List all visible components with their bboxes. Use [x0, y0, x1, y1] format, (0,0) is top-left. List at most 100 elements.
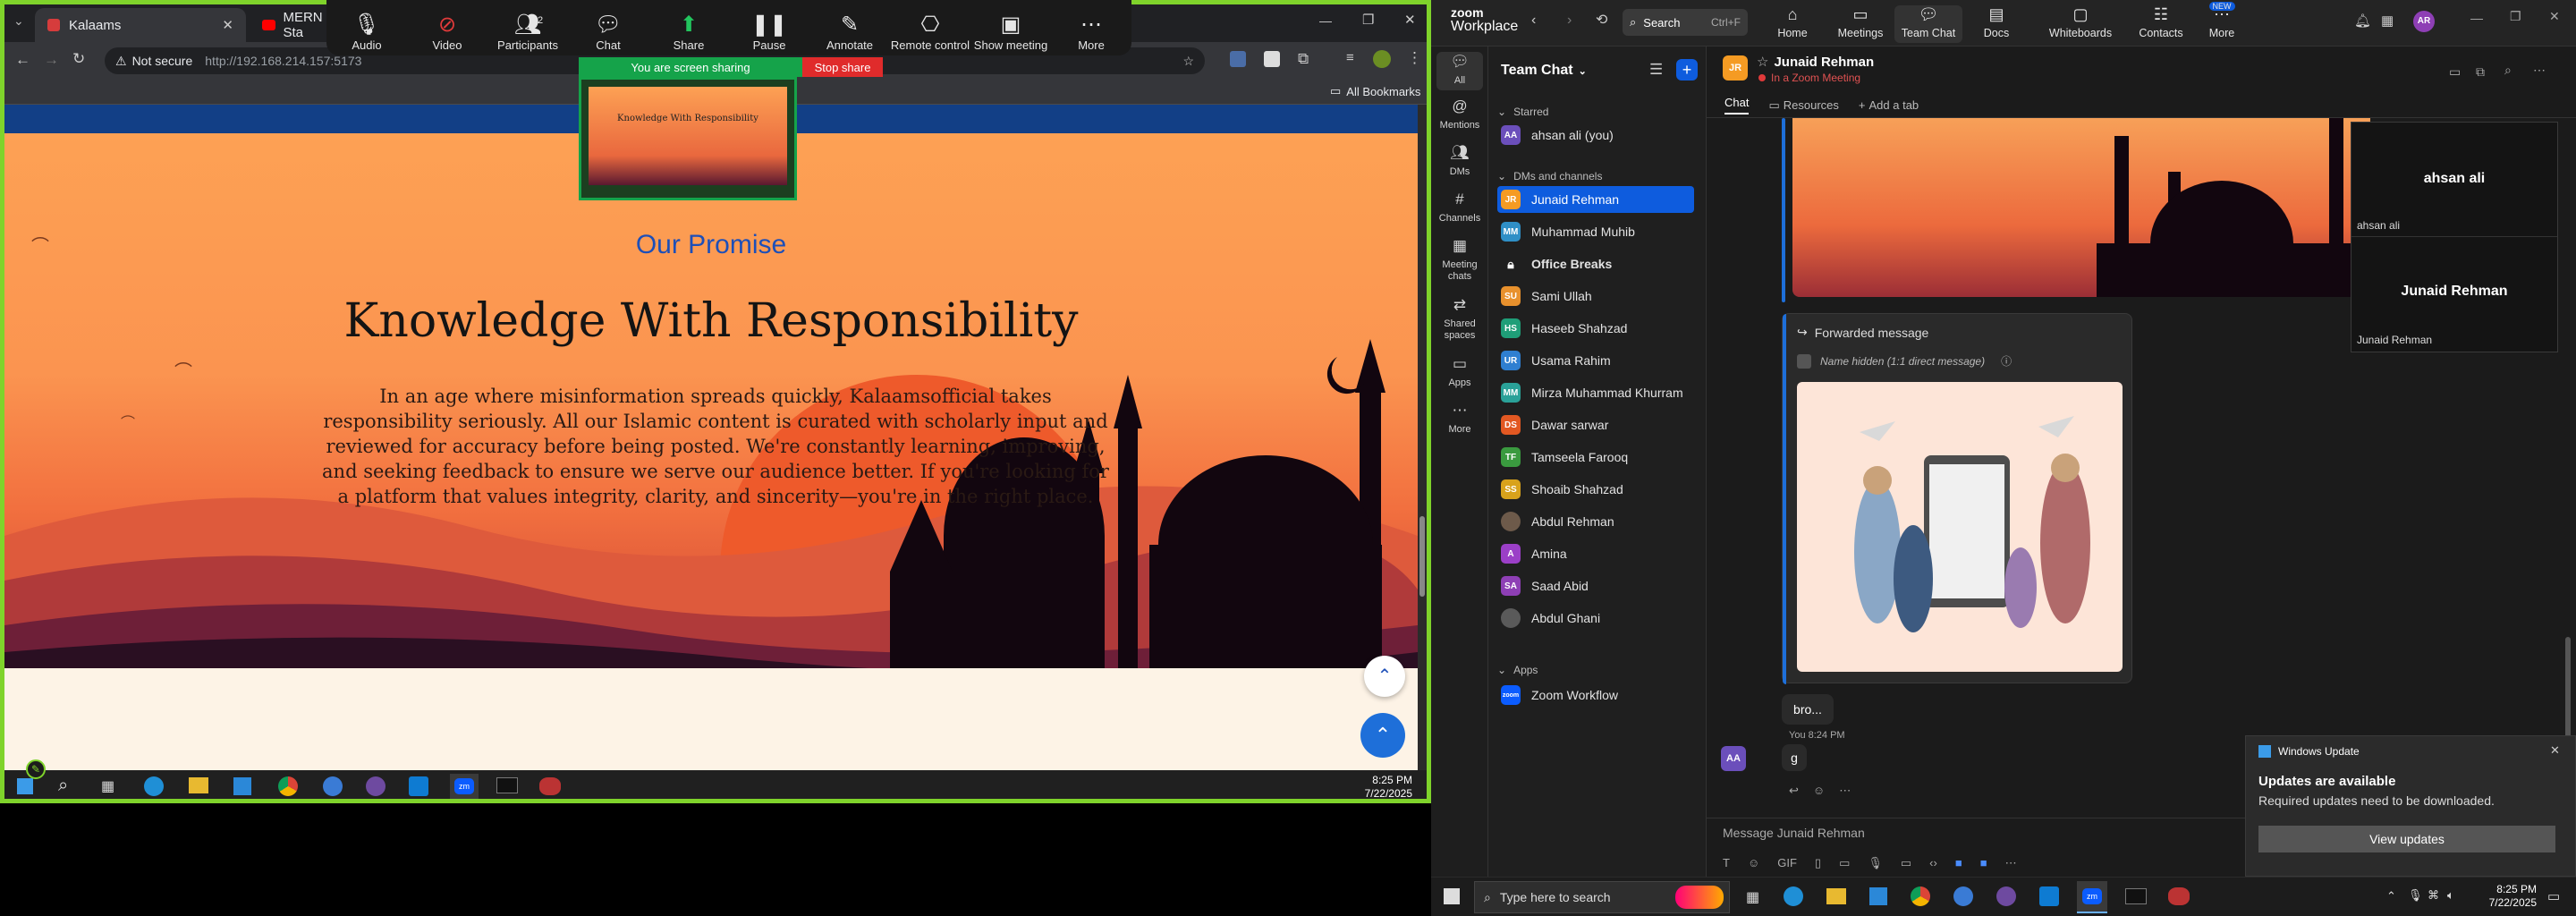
video-tile[interactable]: Junaid Rehman Junaid Rehman: [2351, 237, 2557, 352]
notification-center-icon[interactable]: ▭: [2547, 888, 2560, 904]
list-item[interactable]: MM Muhammad Muhib: [1497, 218, 1694, 245]
maximize-icon[interactable]: ❐: [2510, 9, 2521, 24]
windows-update-toast[interactable]: Windows Update ✕ Updates are available R…: [2245, 735, 2576, 877]
windows-start-icon[interactable]: [17, 778, 33, 794]
chat-header-name[interactable]: ☆ Junaid Rehman: [1757, 54, 1874, 71]
volume-icon[interactable]: 🔈︎: [2447, 888, 2454, 903]
network-icon[interactable]: ⌘: [2428, 888, 2439, 903]
message-bubble[interactable]: g: [1782, 744, 1807, 771]
gif-icon[interactable]: GIF: [1777, 856, 1797, 870]
list-item-self[interactable]: AA ahsan ali (you): [1497, 122, 1694, 148]
reading-list-icon[interactable]: ≡: [1346, 50, 1354, 65]
list-item[interactable]: UR Usama Rahim: [1497, 347, 1694, 374]
list-item[interactable]: JR Junaid Rehman: [1497, 186, 1694, 213]
list-item[interactable]: SS Shoaib Shahzad: [1497, 476, 1694, 503]
more-icon[interactable]: ⋯: [1839, 784, 1851, 798]
chat-button[interactable]: 💬︎ Chat: [568, 12, 648, 52]
list-item[interactable]: HS Haseeb Shahzad: [1497, 315, 1694, 342]
nav-whiteboards[interactable]: ▢ Whiteboards: [2039, 5, 2122, 39]
video-tile[interactable]: ahsan ali ahsan ali: [2351, 123, 2557, 237]
task-view-icon[interactable]: ▦: [1746, 888, 1759, 906]
reload-icon[interactable]: ↻: [72, 50, 85, 68]
message-input[interactable]: Message Junaid Rehman: [1723, 826, 1865, 840]
app-icon[interactable]: [2168, 887, 2190, 905]
share-preview-thumbnail[interactable]: Knowledge With Responsibility: [579, 77, 797, 200]
profile-avatar[interactable]: [1373, 50, 1391, 68]
pause-button[interactable]: ❚❚ Pause: [729, 12, 809, 52]
info-icon[interactable]: ⓘ: [2001, 353, 2012, 369]
reply-icon[interactable]: ↩: [1789, 784, 1799, 798]
list-item[interactable]: MM Mirza Muhammad Khurram: [1497, 379, 1694, 406]
back-to-top-button[interactable]: ⌃: [1360, 713, 1405, 758]
rail-shared-spaces[interactable]: ⇄ Shared spaces: [1431, 297, 1488, 342]
minimize-icon[interactable]: —: [2470, 11, 2483, 25]
app-icon[interactable]: [1953, 886, 1973, 906]
forward-icon[interactable]: →: [44, 51, 59, 69]
tab-search-icon[interactable]: ⌄: [13, 13, 24, 29]
list-item-zoom-workflow[interactable]: zoom Zoom Workflow: [1497, 682, 1694, 708]
emoji-icon[interactable]: ☺: [1748, 856, 1759, 870]
list-item[interactable]: A Amina: [1497, 540, 1694, 567]
format-icon[interactable]: T: [1723, 856, 1730, 870]
vscode-icon[interactable]: [2039, 886, 2059, 906]
file-explorer-icon[interactable]: [189, 777, 208, 793]
shared-illustration[interactable]: [1797, 382, 2123, 672]
shared-image-banner[interactable]: [1792, 118, 2370, 297]
back-icon[interactable]: ‹: [1531, 13, 1536, 29]
minimize-icon[interactable]: —: [1319, 13, 1332, 28]
taskbar-search[interactable]: ⌕ Type here to search: [1474, 881, 1730, 913]
url-text[interactable]: http://192.168.214.157:5173: [205, 54, 361, 68]
rail-apps[interactable]: ▭ Apps: [1431, 356, 1488, 389]
rail-channels[interactable]: # Channels: [1431, 191, 1488, 225]
close-icon[interactable]: ✕: [2550, 743, 2560, 758]
search-box[interactable]: ⌕ Search Ctrl+F: [1623, 9, 1748, 36]
code-icon[interactable]: ‹›: [1929, 856, 1937, 870]
maximize-icon[interactable]: ❐: [1362, 12, 1374, 28]
nav-docs[interactable]: ▤ Docs: [1962, 5, 2030, 39]
whiteboard-icon[interactable]: ■: [1980, 856, 1987, 870]
scroll-up-button[interactable]: ⌃: [1364, 656, 1405, 697]
terminal-icon[interactable]: [2125, 888, 2147, 904]
nav-team-chat[interactable]: 💬︎ Team Chat: [1894, 5, 1962, 43]
show-meeting-button[interactable]: ▣ Show meeting: [970, 12, 1051, 52]
scrollbar-thumb[interactable]: [1419, 516, 1425, 597]
vscode-icon[interactable]: [409, 776, 428, 796]
star-icon[interactable]: ☆: [1757, 54, 1768, 70]
edge-icon[interactable]: [1784, 886, 1803, 906]
screen-share-icon[interactable]: ⧉: [2476, 64, 2485, 80]
chrome-icon[interactable]: [278, 776, 298, 796]
more-options-icon[interactable]: ⋯: [2533, 63, 2546, 78]
participants-button[interactable]: 👥︎ Participants 2: [487, 12, 568, 52]
tab-kalaams[interactable]: Kalaams ✕: [35, 8, 246, 42]
all-bookmarks[interactable]: ▭ All Bookmarks: [1330, 84, 1420, 98]
close-icon[interactable]: ✕: [2549, 9, 2560, 24]
annotate-pen-icon[interactable]: ✎: [26, 759, 46, 779]
app-icon[interactable]: [323, 776, 343, 796]
search-icon[interactable]: ⌕: [2504, 63, 2512, 78]
filter-icon[interactable]: ☰: [1649, 61, 1663, 79]
chrome-icon[interactable]: [1911, 886, 1930, 906]
team-chat-title[interactable]: Team Chat ⌄: [1501, 63, 1587, 79]
video-call-icon[interactable]: ▭: [2449, 64, 2461, 80]
message-bubble[interactable]: bro...: [1782, 694, 1834, 725]
emoji-icon[interactable]: ☺: [1813, 784, 1825, 798]
tab-close-icon[interactable]: ✕: [222, 17, 233, 33]
dms-header[interactable]: ⌄ DMs and channels: [1497, 170, 1602, 182]
new-chat-button[interactable]: +: [1676, 59, 1698, 81]
apps-header[interactable]: ⌄ Apps: [1497, 664, 1538, 676]
close-icon[interactable]: ✕: [1404, 12, 1416, 28]
extensions-puzzle-icon[interactable]: ⧉: [1298, 50, 1309, 68]
page-scrollbar[interactable]: [1418, 105, 1427, 770]
video-message-icon[interactable]: ▭: [1901, 856, 1911, 870]
list-item[interactable]: SU Sami Ullah: [1497, 283, 1694, 310]
rail-all[interactable]: 💬︎ All: [1436, 52, 1483, 90]
list-item[interactable]: Abdul Rehman: [1497, 508, 1694, 535]
calendar-icon[interactable]: ▦: [2381, 13, 2394, 29]
file-explorer-icon[interactable]: [1826, 888, 1846, 904]
extension-icon[interactable]: [1230, 51, 1246, 67]
file-icon[interactable]: ▯: [1815, 856, 1821, 870]
github-icon[interactable]: [366, 776, 386, 796]
rail-meeting-chats[interactable]: ▦ Meeting chats: [1431, 238, 1488, 283]
zoom-app-icon[interactable]: ■: [1955, 856, 1962, 870]
list-item[interactable]: Abdul Ghani: [1497, 605, 1694, 632]
